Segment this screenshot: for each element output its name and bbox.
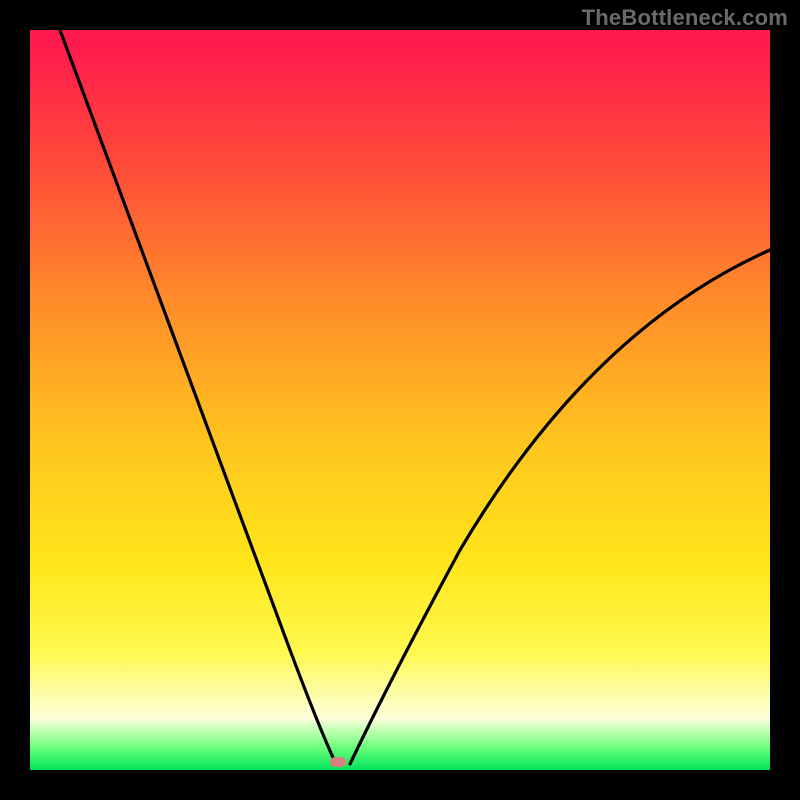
plot-area	[30, 30, 770, 770]
optimal-point-marker	[330, 757, 346, 767]
attribution-label: TheBottleneck.com	[582, 5, 788, 31]
chart-frame: TheBottleneck.com	[0, 0, 800, 800]
bottleneck-curve	[30, 30, 770, 770]
curve-left-branch	[60, 30, 336, 764]
curve-right-branch	[350, 250, 770, 764]
